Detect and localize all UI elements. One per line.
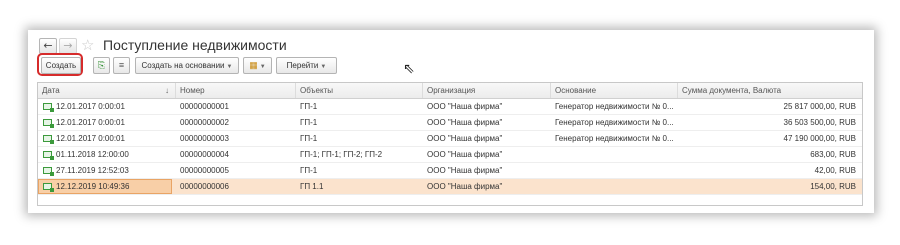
basis-cell: Генератор недвижимости № 0... [555,102,674,111]
number-cell: 00000000003 [180,134,229,143]
table-row-selected[interactable]: 12.12.2019 10:49:36 00000000006 ГП 1.1 О… [38,179,862,195]
copy-document-icon[interactable]: ⎘ [93,57,110,74]
sort-arrow-icon: ↓ [165,86,169,95]
organization-cell: ООО "Наша фирма" [427,182,503,191]
organization-cell: ООО "Наша фирма" [427,166,503,175]
amount-cell: 36 503 500,00, RUB [783,118,857,127]
document-icon [43,103,54,112]
column-header-basis[interactable]: Основание [551,83,678,98]
table-row[interactable]: 12.01.2017 0:00:01 00000000001 ГП-1 ООО … [38,99,862,115]
date-cell: 27.11.2019 12:52:03 [38,163,176,178]
basis-cell: Генератор недвижимости № 0... [555,134,674,143]
forward-button[interactable]: → [59,38,77,54]
objects-cell: ГП-1 [300,102,318,111]
amount-cell: 47 190 000,00, RUB [783,134,857,143]
column-header-objects[interactable]: Объекты [296,83,423,98]
organization-cell: ООО "Наша фирма" [427,134,503,143]
title-bar: ← → ☆ Поступление недвижимости [28,30,874,56]
star-icon[interactable]: ☆ [81,36,94,54]
objects-cell: ГП 1.1 [300,182,324,191]
basis-cell [551,163,678,178]
document-icon [43,119,54,128]
chevron-down-icon: ▼ [226,64,233,70]
column-header-number[interactable]: Номер [176,83,296,98]
document-icon [43,135,54,144]
number-cell: 00000000001 [180,102,229,111]
mouse-cursor-icon: ⇖ [403,61,415,77]
table-row[interactable]: 12.01.2017 0:00:01 00000000002 ГП-1 ООО … [38,115,862,131]
amount-cell: 42,00, RUB [814,166,856,175]
documents-table[interactable]: Дата ↓ Номер Объекты Организация Основан… [37,82,863,206]
number-cell: 00000000006 [180,182,229,191]
table-header: Дата ↓ Номер Объекты Организация Основан… [38,83,862,99]
chevron-down-icon: ▼ [259,64,266,70]
column-header-amount[interactable]: Сумма документа, Валюта [678,83,862,98]
chevron-down-icon: ▼ [320,64,327,70]
page-title: Поступление недвижимости [103,37,287,53]
document-list-window: ← → ☆ Поступление недвижимости Создать ⎘… [28,30,874,213]
organization-cell: ООО "Наша фирма" [427,150,503,159]
report-icon: ▦ [249,60,258,70]
number-cell: 00000000004 [180,150,229,159]
objects-cell: ГП-1 [300,166,318,175]
report-button[interactable]: ▦ ▼ [243,57,272,74]
table-row[interactable]: 12.01.2017 0:00:01 00000000003 ГП-1 ООО … [38,131,862,147]
organization-cell: ООО "Наша фирма" [427,118,503,127]
create-based-on-button[interactable]: Создать на основании ▼ [135,57,239,74]
table-row[interactable]: 27.11.2019 12:52:03 00000000005 ГП-1 ООО… [38,163,862,179]
document-icon [43,151,54,160]
toolbar: Создать ⎘ ≡ Создать на основании ▼ ▦ ▼ Пер… [28,53,874,77]
create-button[interactable]: Создать [41,57,81,74]
number-cell: 00000000002 [180,118,229,127]
amount-cell: 683,00, RUB [810,150,856,159]
table-row[interactable]: 01.11.2018 12:00:00 00000000004 ГП-1; ГП… [38,147,862,163]
column-header-date[interactable]: Дата [38,83,176,98]
objects-cell: ГП-1; ГП-1; ГП-2; ГП-2 [300,150,383,159]
number-cell: 00000000005 [180,166,229,175]
date-cell: 12.01.2017 0:00:01 [38,99,176,114]
basis-cell: Генератор недвижимости № 0... [555,118,674,127]
basis-cell [551,147,678,162]
document-icon [43,167,54,176]
create-based-on-label: Создать на основании [141,61,225,70]
document-icon [43,183,54,192]
organization-cell: ООО "Наша фирма" [427,102,503,111]
date-cell: 01.11.2018 12:00:00 [38,147,176,162]
back-button[interactable]: ← [39,38,57,54]
goto-button[interactable]: Перейти ▼ [276,57,337,74]
objects-cell: ГП-1 [300,118,318,127]
list-icon[interactable]: ≡ [113,57,130,74]
date-cell: 12.01.2017 0:00:01 [38,131,176,146]
objects-cell: ГП-1 [300,134,318,143]
date-cell: 12.01.2017 0:00:01 [38,115,176,130]
basis-cell [551,179,678,194]
column-header-organization[interactable]: Организация [423,83,551,98]
amount-cell: 25 817 000,00, RUB [783,102,857,111]
date-cell: 12.12.2019 10:49:36 [38,179,176,194]
goto-label: Перейти [286,61,319,70]
amount-cell: 154,00, RUB [810,182,856,191]
